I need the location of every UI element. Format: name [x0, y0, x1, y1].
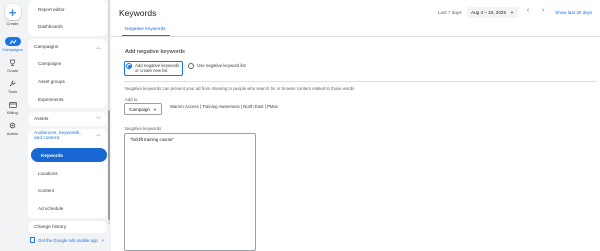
section-akc-label: Audiences, keywords, and content [34, 131, 81, 142]
add-to-label: Add to [125, 97, 138, 102]
nav-card-change-history: Change history [28, 221, 107, 233]
rail-tools-label: Tools [7, 89, 18, 94]
divider [124, 81, 597, 82]
add-to-select[interactable]: Campaign ▼ [124, 103, 162, 115]
nav-item-campaigns[interactable]: Campaigns [28, 56, 107, 70]
mobile-app-link-label: Get the Google Ads mobile app [38, 237, 98, 243]
main-content: Keywords Last 7 days Aug 4 – 10, 2025 ▼ … [111, 0, 600, 251]
nav-item-content[interactable]: Content [28, 183, 107, 197]
rail-item-goals[interactable]: Goals [0, 58, 25, 73]
chevron-up-icon: ︿ [95, 44, 101, 51]
tab-divider [111, 36, 600, 37]
section-assets[interactable]: Assets ﹀ [28, 113, 107, 125]
change-history-label: Change history [34, 224, 67, 230]
radio-dot [126, 63, 132, 69]
phone-icon [30, 237, 35, 243]
dropdown-arrow-icon: ▼ [153, 106, 157, 112]
nav-item-locations[interactable]: Locations [28, 166, 107, 180]
create-label: Create [6, 21, 19, 26]
nav-card-audiences: Audiences, keywords, and content ︿ Keywo… [28, 129, 107, 218]
external-link-icon: ↗ [100, 237, 105, 243]
chevron-down-icon: ﹀ [95, 116, 101, 123]
section-campaigns[interactable]: Campaigns ︿ [28, 41, 107, 53]
radio-use-label: Use negative keyword list [197, 63, 246, 68]
left-rail: + Create Campaigns Goals Tools Billing A… [0, 0, 25, 251]
nav-card-reports: Report editor Dashboards [28, 0, 107, 36]
rail-campaigns-label: Campaigns [2, 47, 23, 52]
previous-period-button[interactable]: ‹ [523, 7, 533, 14]
negative-keywords-description: Negative keywords can prevent your ad fr… [125, 86, 355, 91]
nav-card-campaigns: Campaigns ︿ Campaigns Asset groups Exper… [28, 39, 107, 108]
section-campaigns-label: Campaigns [34, 44, 59, 50]
plus-icon: + [4, 4, 21, 20]
rail-admin-label: Admin [6, 131, 19, 136]
date-range-label: Last 7 days [438, 10, 462, 15]
negative-keywords-label: Negative keywords [125, 126, 162, 131]
radio-dot [188, 63, 194, 69]
date-range-value: Aug 4 – 10, 2025 [471, 10, 506, 15]
navigation-panel: Report editor Dashboards Campaigns ︿ Cam… [25, 0, 111, 251]
rail-item-tools[interactable]: Tools [0, 79, 25, 94]
show-last-30-days-link[interactable]: Show last 30 days [555, 10, 592, 15]
campaigns-icon [4, 37, 21, 46]
negative-keywords-textarea[interactable]: "forklift training course" [124, 133, 256, 251]
trophy-icon [5, 58, 21, 67]
rail-item-admin[interactable]: Admin [0, 121, 25, 136]
rail-item-billing[interactable]: Billing [0, 100, 25, 115]
radio-add-negative-keywords[interactable]: Add negative keywords or create new list [126, 63, 181, 73]
nav-scrollbar-thumb[interactable] [108, 110, 110, 220]
tab-negative-keywords[interactable]: Negative keywords [125, 27, 166, 32]
selected-campaign-name: Warren Access | Training Awareness | Nor… [170, 104, 278, 109]
nav-item-change-history[interactable]: Change history [28, 221, 107, 233]
credit-card-icon [5, 100, 21, 109]
nav-item-experiments[interactable]: Experiments [28, 92, 107, 106]
nav-item-ad-schedule[interactable]: Ad schedule [28, 201, 107, 215]
section-assets-label: Assets [34, 116, 49, 122]
rail-goals-label: Goals [7, 68, 18, 73]
mobile-app-link[interactable]: Get the Google Ads mobile app ↗ [30, 237, 104, 243]
form-title: Add negative keywords [125, 49, 185, 55]
rail-billing-label: Billing [7, 110, 18, 115]
add-negative-keywords-form: Add negative keywords Add negative keywo… [119, 42, 598, 251]
radio-add-label: Add negative keywords or create new list [135, 63, 180, 73]
nav-card-assets: Assets ﹀ [28, 112, 107, 126]
nav-item-keywords[interactable]: Keywords [31, 148, 107, 162]
section-audiences-keywords-content[interactable]: Audiences, keywords, and content ︿ [28, 131, 107, 145]
page-title: Keywords [119, 8, 157, 18]
dropdown-arrow-icon: ▼ [510, 10, 514, 15]
nav-item-report-editor[interactable]: Report editor [28, 2, 107, 16]
chevron-up-icon: ︿ [95, 132, 101, 138]
create-button[interactable]: + Create [0, 4, 25, 26]
next-period-button[interactable]: › [538, 7, 548, 14]
nav-item-asset-groups[interactable]: Asset groups [28, 74, 107, 88]
radio-use-negative-keyword-list[interactable]: Use negative keyword list [188, 63, 247, 69]
date-range-picker[interactable]: Aug 4 – 10, 2025 ▼ [467, 7, 518, 18]
add-to-select-value: Campaign [129, 106, 150, 112]
gear-icon [5, 121, 21, 130]
nav-item-dashboards[interactable]: Dashboards [28, 19, 107, 33]
rail-item-campaigns[interactable]: Campaigns [0, 37, 25, 52]
wrench-icon [5, 79, 21, 88]
